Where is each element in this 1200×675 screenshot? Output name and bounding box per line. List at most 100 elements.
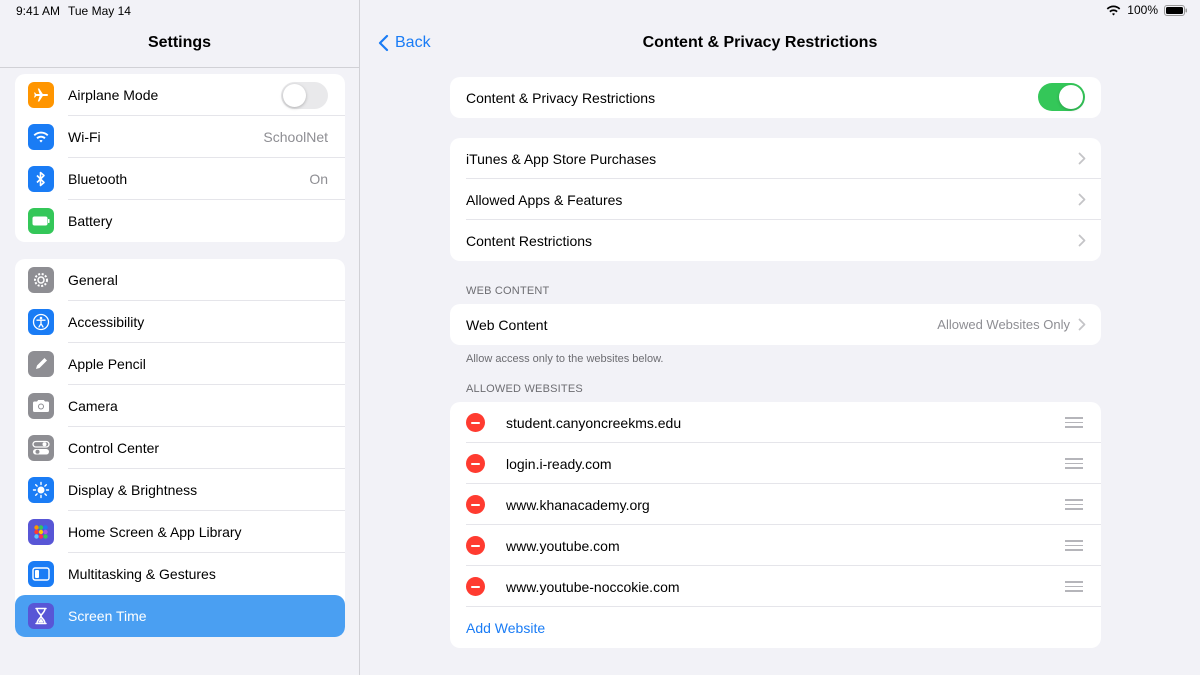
sidebar-item-label: Camera: [68, 398, 118, 414]
sidebar-item-general[interactable]: General: [15, 259, 345, 301]
sidebar-title: Settings: [147, 34, 212, 51]
allowed-websites-header: ALLOWED WEBSITES: [466, 383, 583, 395]
reorder-handle-icon[interactable]: [1065, 540, 1083, 554]
home-screen-icon: [28, 519, 54, 545]
wifi-status-icon: [1107, 5, 1121, 16]
reorder-handle-icon[interactable]: [1065, 417, 1083, 431]
chevron-right-icon: [1078, 234, 1086, 247]
list-item: www.youtube-noccokie.com: [450, 566, 1101, 607]
chevron-right-icon: [1078, 318, 1086, 331]
battery-percentage: 100%: [1127, 3, 1158, 17]
sidebar-item-label: General: [68, 272, 118, 288]
sidebar-item-label: Battery: [68, 213, 113, 229]
row-label: iTunes & App Store Purchases: [466, 150, 657, 167]
page-title: Content & Privacy Restrictions: [642, 34, 878, 51]
sidebar-divider: [0, 67, 359, 68]
status-indicators: 100%: [1106, 3, 1188, 17]
sidebar-item-label: Screen Time: [68, 608, 147, 624]
sidebar-group-connectivity: Airplane Mode Wi-Fi SchoolNet Bluetooth …: [15, 74, 345, 242]
sidebar-group-general: General Accessibility Apple Pencil Camer…: [15, 259, 345, 637]
add-website-label: Add Website: [466, 619, 546, 636]
sidebar-item-apple-pencil[interactable]: Apple Pencil: [15, 343, 345, 385]
sidebar-item-multitasking[interactable]: Multitasking & Gestures: [15, 553, 345, 595]
list-item: student.canyoncreekms.edu: [450, 402, 1101, 443]
sidebar-item-label: Display & Brightness: [68, 482, 198, 498]
delete-icon[interactable]: [466, 495, 485, 514]
website-url: www.youtube-noccokie.com: [506, 578, 680, 595]
chevron-right-icon: [1078, 193, 1086, 206]
website-url: login.i-ready.com: [506, 455, 612, 472]
list-item: login.i-ready.com: [450, 443, 1101, 484]
sidebar-item-label: Multitasking & Gestures: [68, 566, 216, 582]
sidebar-item-label: Bluetooth: [68, 171, 128, 187]
web-content-header: WEB CONTENT: [466, 285, 550, 297]
delete-icon[interactable]: [466, 454, 485, 473]
hourglass-icon: [28, 603, 54, 629]
web-content-value: Allowed Websites Only: [937, 317, 1070, 332]
allowed-websites-list: student.canyoncreekms.edu login.i-ready.…: [450, 402, 1101, 648]
camera-icon: [28, 393, 54, 419]
battery-status-icon: [1164, 4, 1187, 16]
reorder-handle-icon[interactable]: [1065, 458, 1083, 472]
sidebar-item-accessibility[interactable]: Accessibility: [15, 301, 345, 343]
status-time: 9:41 AM: [16, 4, 61, 18]
delete-icon[interactable]: [466, 577, 485, 596]
list-item: www.youtube.com: [450, 525, 1101, 566]
delete-icon[interactable]: [466, 536, 485, 555]
content-privacy-toggle-label: Content & Privacy Restrictions: [466, 89, 656, 106]
airplane-icon: [28, 82, 54, 108]
pencil-icon: [28, 351, 54, 377]
add-website-button[interactable]: Add Website: [450, 607, 1101, 648]
bluetooth-value: On: [309, 171, 328, 187]
wifi-icon: [28, 124, 54, 150]
restrictions-toggle-group: Content & Privacy Restrictions: [450, 77, 1101, 118]
content-restrictions-row[interactable]: Content Restrictions: [450, 220, 1101, 261]
detail-pane: 100% Back Content & Privacy Restrictions…: [360, 0, 1200, 675]
settings-sidebar: 9:41 AM Tue May 14 Settings Airplane Mod…: [0, 0, 359, 675]
list-item: www.khanacademy.org: [450, 484, 1101, 525]
sidebar-item-screen-time[interactable]: Screen Time: [15, 595, 345, 637]
web-content-footer: Allow access only to the websites below.: [466, 353, 664, 365]
sidebar-item-label: Home Screen & App Library: [68, 524, 242, 540]
status-date: Tue May 14: [68, 4, 131, 18]
gear-icon: [28, 267, 54, 293]
sidebar-item-bluetooth[interactable]: Bluetooth On: [15, 158, 345, 200]
row-label: Content Restrictions: [466, 232, 593, 249]
sidebar-item-label: Control Center: [68, 440, 160, 456]
sidebar-item-wifi[interactable]: Wi-Fi SchoolNet: [15, 116, 345, 158]
web-content-row[interactable]: Web Content Allowed Websites Only: [450, 304, 1101, 345]
sidebar-item-label: Accessibility: [68, 314, 145, 330]
delete-icon[interactable]: [466, 413, 485, 432]
content-privacy-toggle-row: Content & Privacy Restrictions: [450, 77, 1101, 118]
sidebar-item-control-center[interactable]: Control Center: [15, 427, 345, 469]
multitasking-icon: [28, 561, 54, 587]
chevron-right-icon: [1078, 152, 1086, 165]
accessibility-icon: [28, 309, 54, 335]
airplane-mode-toggle[interactable]: [281, 82, 328, 109]
reorder-handle-icon[interactable]: [1065, 581, 1083, 595]
sidebar-item-display-brightness[interactable]: Display & Brightness: [15, 469, 345, 511]
sidebar-item-label: Airplane Mode: [68, 87, 159, 103]
allowed-apps-row[interactable]: Allowed Apps & Features: [450, 179, 1101, 220]
restrictions-nav-group: iTunes & App Store Purchases Allowed App…: [450, 138, 1101, 261]
reorder-handle-icon[interactable]: [1065, 499, 1083, 513]
sidebar-item-home-screen[interactable]: Home Screen & App Library: [15, 511, 345, 553]
bluetooth-icon: [28, 166, 54, 192]
itunes-app-store-row[interactable]: iTunes & App Store Purchases: [450, 138, 1101, 179]
content-privacy-toggle[interactable]: [1038, 83, 1085, 111]
wifi-network-value: SchoolNet: [263, 129, 328, 145]
battery-icon: [28, 208, 54, 234]
web-content-group: Web Content Allowed Websites Only: [450, 304, 1101, 345]
row-label: Allowed Apps & Features: [466, 191, 623, 208]
sidebar-item-camera[interactable]: Camera: [15, 385, 345, 427]
sidebar-item-battery[interactable]: Battery: [15, 200, 345, 242]
brightness-icon: [28, 477, 54, 503]
sidebar-item-label: Wi-Fi: [68, 129, 101, 145]
website-url: www.youtube.com: [506, 537, 620, 554]
sidebar-item-airplane-mode[interactable]: Airplane Mode: [15, 74, 345, 116]
website-url: www.khanacademy.org: [506, 496, 650, 513]
website-url: student.canyoncreekms.edu: [506, 414, 682, 431]
sidebar-item-label: Apple Pencil: [68, 356, 146, 372]
control-center-icon: [28, 435, 54, 461]
web-content-label: Web Content: [466, 316, 548, 333]
